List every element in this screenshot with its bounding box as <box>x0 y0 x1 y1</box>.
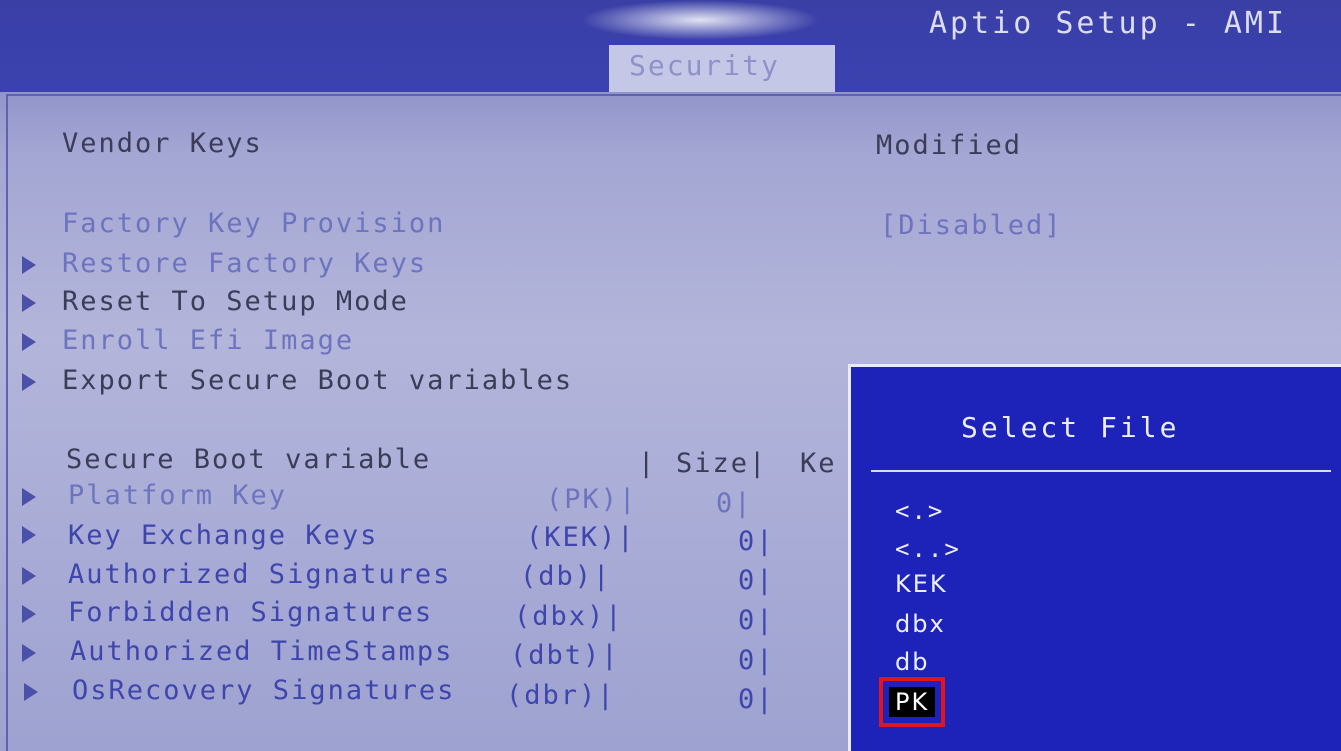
submenu-arrow-icon <box>22 567 36 585</box>
submenu-arrow-icon <box>22 605 36 623</box>
submenu-arrow-icon <box>22 373 36 391</box>
variable-name: Key Exchange Keys <box>68 520 379 551</box>
variable-abbr: (dbx)| <box>514 601 624 632</box>
title-bar: Aptio Setup - AMI Security <box>0 0 1341 92</box>
app-title: Aptio Setup - AMI <box>928 6 1287 41</box>
vendor-keys-value: Modified <box>876 130 1023 161</box>
table-header-key: Ke <box>800 448 837 479</box>
submenu-arrow-icon <box>22 644 36 662</box>
submenu-arrow-icon <box>24 683 38 701</box>
submenu-arrow-icon <box>22 333 36 351</box>
variable-name: Platform Key <box>68 480 288 511</box>
variable-name: Authorized TimeStamps <box>70 636 454 667</box>
tab-security[interactable]: Security <box>609 45 835 92</box>
variable-size: 0| <box>738 684 775 715</box>
table-header-separator: | <box>638 448 657 479</box>
variable-abbr: (dbt)| <box>510 640 620 671</box>
file-item-kek[interactable]: KEK <box>895 570 948 598</box>
bios-screen: Aptio Setup - AMI Security Vendor Keys M… <box>0 0 1341 751</box>
dialog-title: Select File <box>961 411 1180 444</box>
submenu-arrow-icon <box>22 488 36 506</box>
dialog-divider <box>871 470 1331 472</box>
table-header-name: Secure Boot variable <box>66 444 432 475</box>
variable-abbr: (dbr)| <box>506 680 616 711</box>
file-item-db[interactable]: db <box>895 648 929 676</box>
variable-abbr: (KEK)| <box>526 522 636 553</box>
screen-glare <box>580 0 820 40</box>
variable-abbr: (db)| <box>520 561 612 592</box>
factory-key-provision-value[interactable]: [Disabled] <box>880 210 1063 241</box>
table-header-size: Size| <box>676 448 768 479</box>
submenu-arrow-icon <box>22 526 36 544</box>
submenu-arrow-icon <box>22 294 36 312</box>
file-item-pk-selected[interactable]: PK <box>878 677 946 727</box>
file-item-dbx[interactable]: dbx <box>895 610 946 638</box>
variable-abbr: (PK)| <box>546 484 638 515</box>
variable-size: 0| <box>738 526 775 557</box>
variable-size: 0| <box>738 645 775 676</box>
variable-name: Forbidden Signatures <box>68 597 434 628</box>
submenu-label: Restore Factory Keys <box>62 248 428 279</box>
submenu-arrow-icon <box>22 256 36 274</box>
submenu-label: Export Secure Boot variables <box>62 365 574 396</box>
submenu-label: Reset To Setup Mode <box>62 286 409 317</box>
variable-size: 0| <box>738 565 775 596</box>
variable-name: OsRecovery Signatures <box>72 675 456 706</box>
variable-size: 0| <box>738 605 775 636</box>
file-item-current-dir[interactable]: <.> <box>895 497 944 525</box>
select-file-dialog: Select File <.> <..> KEK dbx db PK <box>848 364 1341 751</box>
file-item-parent-dir[interactable]: <..> <box>895 535 961 563</box>
factory-key-provision-option[interactable]: Factory Key Provision <box>62 208 445 239</box>
submenu-label: Enroll Efi Image <box>62 325 355 356</box>
variable-size: 0| <box>716 488 753 519</box>
vendor-keys-label: Vendor Keys <box>62 128 263 159</box>
variable-name: Authorized Signatures <box>68 559 452 590</box>
